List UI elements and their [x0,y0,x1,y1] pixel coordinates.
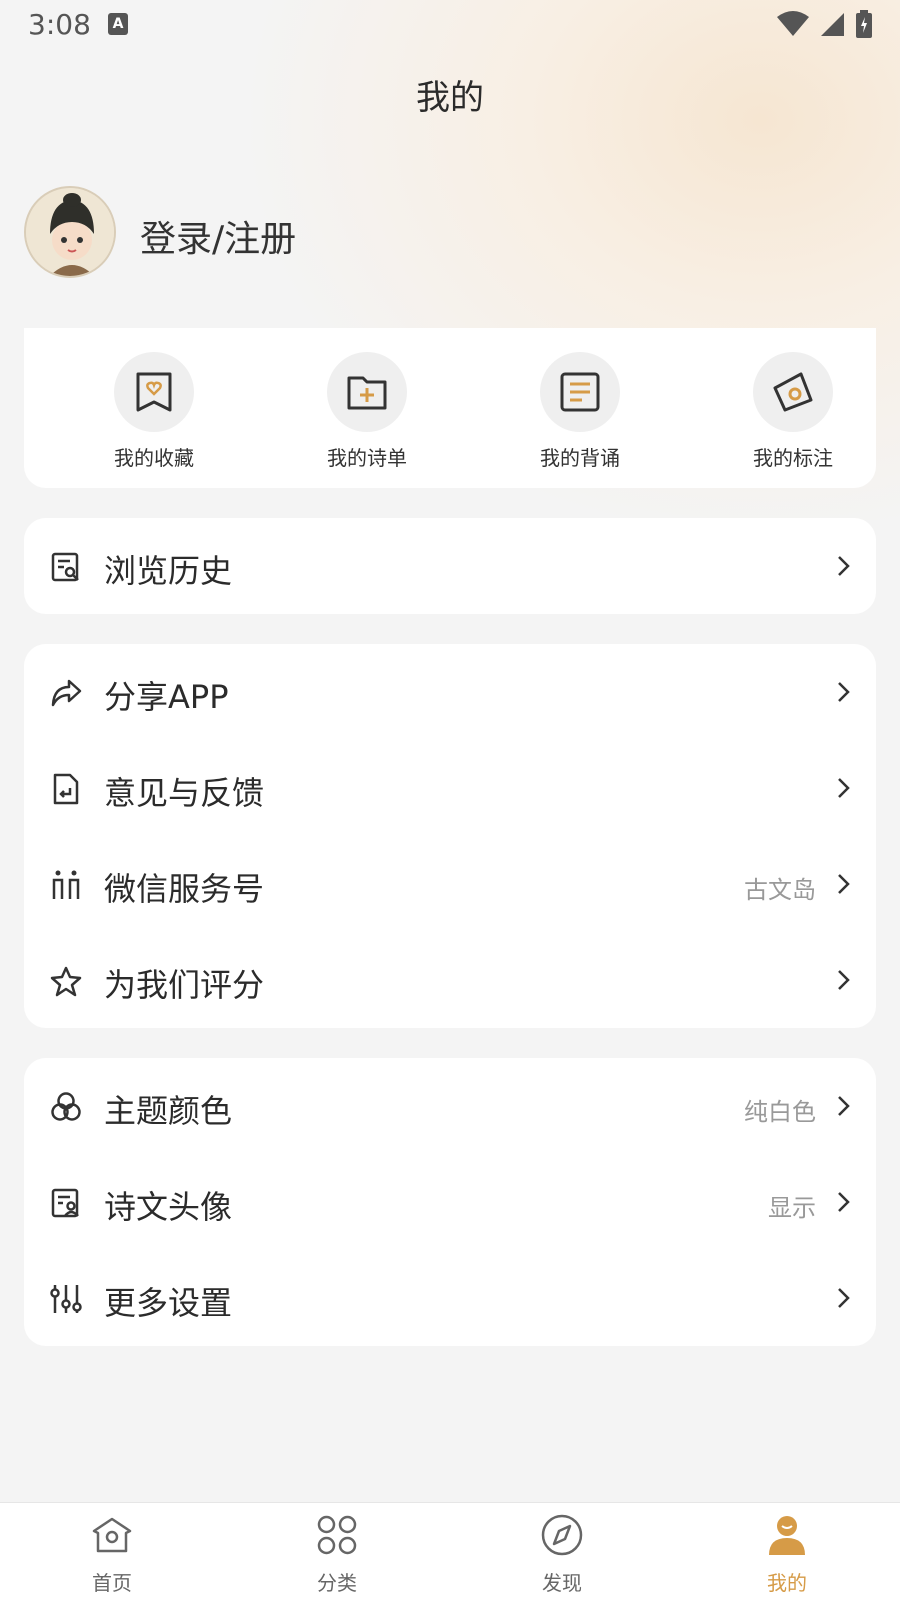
chevron-right-icon [838,1192,850,1212]
status-time: 3:08 [28,8,91,41]
menu-row-more-settings[interactable]: 更多设置 [24,1250,876,1346]
menu-row-history[interactable]: 浏览历史 [24,518,876,614]
sliders-icon [50,1285,82,1313]
nav-home[interactable]: 首页 [52,1513,172,1596]
menu-row-label: 浏览历史 [104,552,233,590]
menu-row-label: 微信服务号 [104,870,265,908]
compass-icon [541,1514,583,1556]
avatar-image [26,188,114,276]
menu-row-poem-avatar[interactable]: 诗文头像 显示 [24,1154,876,1250]
menu-row-wechat[interactable]: 微信服务号 古文岛 [24,836,876,932]
quick-item-favorites[interactable]: 我的收藏 [74,352,234,471]
star-icon [50,966,82,997]
theme-color-icon [51,1092,81,1121]
chevron-right-icon [838,778,850,798]
menu-row-label: 更多设置 [104,1284,233,1322]
settings-card: 主题颜色 纯白色 诗文头像 显示 更多设置 [24,1058,876,1346]
menu-row-label: 意见与反馈 [104,774,265,812]
share-icon [51,679,82,707]
a-icon: A [108,13,128,35]
menu-row-rate[interactable]: 为我们评分 [24,932,876,1028]
quick-item-recitation[interactable]: 我的背诵 [500,352,660,471]
login-register-link[interactable]: 登录/注册 [140,210,296,262]
chevron-right-icon [838,1288,850,1308]
category-icon [317,1515,357,1555]
nav-label: 我的 [767,1571,807,1595]
folder-plus-icon [347,376,387,410]
menu-row-feedback[interactable]: 意见与反馈 [24,740,876,836]
chevron-right-icon [838,970,850,990]
quick-actions-card: 我的收藏 我的诗单 我的背诵 我的标注 [24,328,876,488]
quick-item-poem-lists[interactable]: 我的诗单 [287,352,447,471]
history-icon [51,552,79,582]
menu-row-label: 诗文头像 [104,1188,233,1226]
chevron-right-icon [838,556,850,576]
menu-row-share[interactable]: 分享APP [24,644,876,740]
page-title: 我的 [416,78,484,118]
history-card: 浏览历史 [24,518,876,614]
user-icon [769,1516,805,1555]
menu-row-label: 为我们评分 [104,966,265,1004]
nav-category[interactable]: 分类 [277,1513,397,1596]
nav-label: 分类 [317,1571,357,1595]
wifi-icon [777,11,809,36]
menu-row-label: 主题颜色 [104,1092,233,1130]
menu-row-value: 显示 [768,1194,816,1222]
quick-item-label: 我的背诵 [540,446,620,470]
battery-icon [856,10,872,38]
heart-bookmark-icon [136,372,172,412]
general-card: 分享APP 意见与反馈 微信服务号 古文岛 为我们评分 [24,644,876,1028]
menu-row-label: 分享APP [104,678,229,716]
nav-discover[interactable]: 发现 [502,1513,622,1596]
menu-row-theme[interactable]: 主题颜色 纯白色 [24,1058,876,1154]
avatar[interactable] [24,186,116,278]
nav-label: 首页 [92,1571,132,1595]
wechat-service-icon [52,870,80,899]
home-icon [92,1517,132,1553]
tag-icon [773,372,813,412]
quick-item-label: 我的标注 [753,446,833,470]
chevron-right-icon [838,874,850,894]
poem-avatar-icon [51,1188,79,1218]
quick-item-label: 我的诗单 [327,446,407,470]
bottom-nav: 首页 分类 发现 我的 [0,1502,900,1600]
feedback-icon [53,773,79,805]
nav-mine[interactable]: 我的 [727,1513,847,1596]
menu-row-value: 古文岛 [744,876,816,904]
quick-item-label: 我的收藏 [114,446,194,470]
menu-row-value: 纯白色 [744,1098,816,1126]
signal-icon [821,13,844,36]
chevron-right-icon [838,682,850,702]
status-bar: 3:08 A [0,0,900,48]
quick-item-annotations[interactable]: 我的标注 [713,352,873,471]
nav-label: 发现 [542,1571,582,1595]
chevron-right-icon [838,1096,850,1116]
status-icons [776,10,872,38]
document-lines-icon [560,372,600,412]
